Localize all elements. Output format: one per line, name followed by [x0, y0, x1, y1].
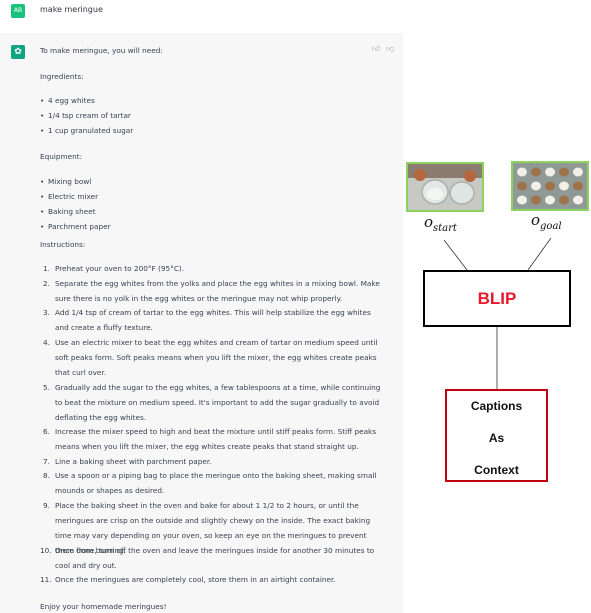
captions-line: Captions — [470, 399, 523, 413]
captions-line: Context — [474, 463, 519, 477]
captions-line: As — [488, 431, 505, 445]
captions-output-box: Captions As Context — [445, 389, 548, 482]
arrow-start-to-blip — [443, 239, 468, 271]
blip-model-box: BLIP — [423, 270, 571, 327]
blip-label: BLIP — [477, 288, 517, 308]
arrow-goal-to-blip — [527, 237, 552, 271]
